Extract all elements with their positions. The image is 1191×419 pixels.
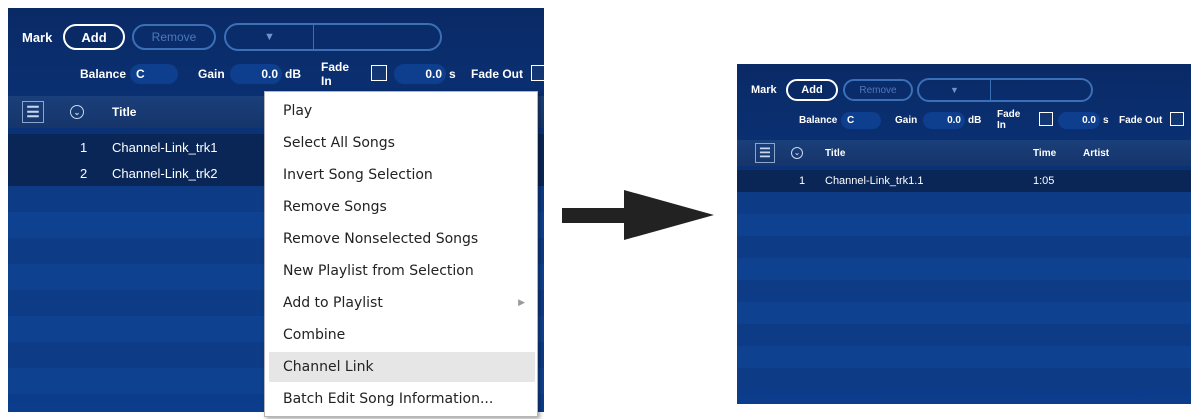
empty-row — [737, 302, 1191, 324]
balance-field[interactable]: C — [841, 111, 881, 129]
empty-row — [737, 192, 1191, 214]
balance-field[interactable]: C — [130, 64, 178, 84]
gain-value: 0.0 — [261, 67, 278, 81]
empty-row — [737, 280, 1191, 302]
gain-field[interactable]: 0.0 — [230, 64, 282, 84]
row-number: 2 — [80, 165, 88, 181]
context-menu: Play Select All Songs Invert Song Select… — [264, 91, 538, 417]
empty-row — [737, 324, 1191, 346]
chevron-down-icon: ▼ — [919, 80, 991, 100]
table-row[interactable]: 1 Channel-Link_trk1.1 1:05 — [737, 170, 1191, 192]
title-column-header[interactable]: Title — [112, 105, 136, 119]
fade-in-checkbox[interactable] — [371, 65, 387, 81]
mark-dropdown[interactable]: ▼ — [917, 78, 1093, 102]
menu-item-remove-nonselected-songs[interactable]: Remove Nonselected Songs — [269, 224, 535, 254]
gain-unit: dB — [968, 114, 982, 126]
menu-item-combine[interactable]: Combine — [269, 320, 535, 350]
gain-unit: dB — [285, 67, 301, 81]
empty-row — [737, 258, 1191, 280]
right-arrow-icon — [562, 190, 714, 240]
menu-item-invert-song-selection[interactable]: Invert Song Selection — [269, 160, 535, 190]
balance-value: C — [136, 67, 145, 81]
row-number: 1 — [799, 175, 806, 187]
remove-button[interactable]: Remove — [132, 24, 216, 50]
fade-in-unit: s — [449, 67, 456, 81]
mark-label: Mark — [22, 29, 53, 45]
balance-label: Balance — [80, 67, 127, 81]
empty-row — [737, 368, 1191, 390]
menu-item-batch-edit-song-information[interactable]: Batch Edit Song Information... — [269, 384, 535, 414]
title-column-header[interactable]: Title — [825, 148, 845, 159]
fade-in-label: Fade In — [321, 60, 350, 88]
gain-label: Gain — [198, 67, 225, 81]
time-column-header[interactable]: Time — [1033, 148, 1056, 159]
balance-value: C — [847, 114, 855, 126]
select-all-toggle-icon[interactable]: ⌄ — [70, 105, 84, 119]
fade-out-checkbox[interactable] — [531, 65, 544, 81]
fade-in-field[interactable]: 0.0 — [1058, 111, 1100, 129]
menu-item-channel-link[interactable]: Channel Link — [269, 352, 535, 382]
menu-item-remove-songs[interactable]: Remove Songs — [269, 192, 535, 222]
balance-label: Balance — [799, 114, 838, 126]
row-title: Channel-Link_trk1.1 — [825, 175, 924, 187]
menu-item-select-all-songs[interactable]: Select All Songs — [269, 128, 535, 158]
empty-row — [737, 214, 1191, 236]
gain-field[interactable]: 0.0 — [923, 111, 965, 129]
list-menu-icon[interactable]: ☰ — [755, 143, 775, 163]
empty-row — [737, 236, 1191, 258]
add-button[interactable]: Add — [63, 24, 125, 50]
right-screenshot-panel: Mark Add Remove ▼ Balance C Gain 0.0 dB … — [737, 64, 1191, 404]
fade-in-checkbox[interactable] — [1039, 112, 1053, 126]
fade-in-value: 0.0 — [1082, 114, 1096, 126]
add-button[interactable]: Add — [786, 79, 838, 101]
artist-column-header[interactable]: Artist — [1083, 148, 1109, 159]
menu-item-play[interactable]: Play — [269, 96, 535, 126]
row-title: Channel-Link_trk1 — [112, 139, 218, 155]
fade-in-value: 0.0 — [425, 67, 442, 81]
list-menu-icon[interactable]: ☰ — [22, 101, 44, 123]
menu-item-add-to-playlist[interactable]: Add to Playlist ▶ — [269, 288, 535, 318]
row-title: Channel-Link_trk2 — [112, 165, 218, 181]
row-number: 1 — [80, 139, 88, 155]
mark-toolbar: Mark Add Remove ▼ — [8, 22, 544, 52]
mark-dropdown[interactable]: ▼ — [224, 23, 442, 51]
fade-out-label: Fade Out — [1119, 114, 1163, 126]
mark-toolbar: Mark Add Remove ▼ — [737, 78, 1191, 102]
mark-label: Mark — [751, 84, 777, 96]
fade-in-unit: s — [1103, 114, 1109, 126]
chevron-down-icon: ▼ — [226, 25, 314, 49]
menu-item-label: Add to Playlist — [283, 295, 383, 311]
remove-button[interactable]: Remove — [843, 79, 913, 101]
select-all-toggle-icon[interactable]: ⌄ — [791, 147, 803, 159]
fade-in-field[interactable]: 0.0 — [394, 64, 446, 84]
row-time: 1:05 — [1033, 175, 1055, 187]
song-list-header: ☰ ⌄ Title Time Artist — [737, 140, 1191, 166]
fade-out-label: Fade Out — [471, 67, 524, 81]
menu-item-new-playlist-from-selection[interactable]: New Playlist from Selection — [269, 256, 535, 286]
gain-label: Gain — [895, 114, 918, 126]
song-list: 1 Channel-Link_trk1.1 1:05 — [737, 170, 1191, 390]
gain-value: 0.0 — [947, 114, 961, 126]
fade-out-checkbox[interactable] — [1170, 112, 1184, 126]
submenu-arrow-icon: ▶ — [518, 298, 525, 308]
empty-row — [737, 346, 1191, 368]
fade-in-label: Fade In — [997, 109, 1021, 131]
